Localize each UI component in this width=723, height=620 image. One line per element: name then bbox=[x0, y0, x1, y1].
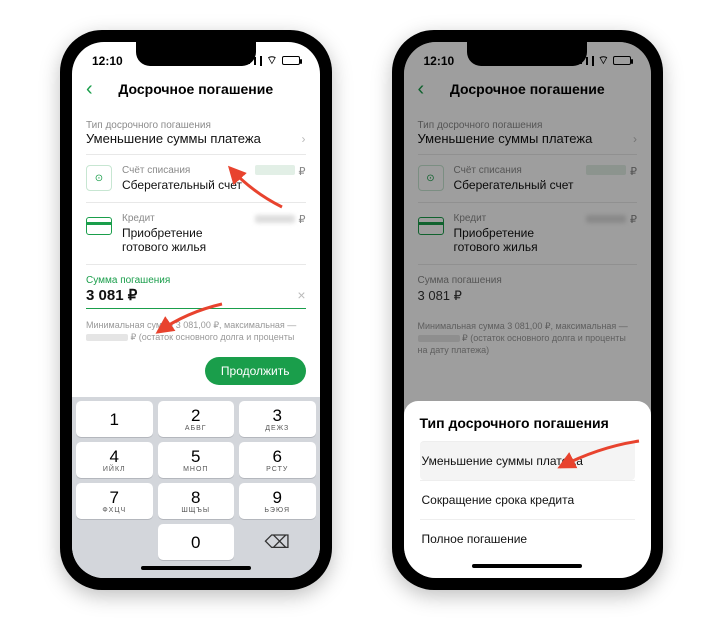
continue-button[interactable]: Продолжить bbox=[205, 357, 306, 385]
repayment-type-value: Уменьшение суммы платежа bbox=[86, 131, 261, 146]
key-1[interactable]: 1 bbox=[76, 401, 153, 437]
repayment-type-row[interactable]: Тип досрочного погашения Уменьшение сумм… bbox=[86, 112, 306, 155]
nav-bar: ‹ Досрочное погашение bbox=[72, 70, 320, 108]
credit-row[interactable]: Кредит Приобретение готового жилья ₽ bbox=[86, 203, 306, 265]
credit-balance-hidden bbox=[255, 215, 295, 223]
account-balance-hidden bbox=[255, 165, 295, 175]
repayment-type-label: Тип досрочного погашения bbox=[86, 120, 306, 131]
credit-label: Кредит bbox=[122, 213, 245, 224]
numeric-keyboard: 12АБВГ3ДЕЖЗ 4ИЙКЛ5МНОП6РСТУ 7ФХЦЧ8ШЩЪЫ9ЬЭЮ… bbox=[72, 397, 320, 578]
account-icon: ⊙ bbox=[86, 165, 112, 191]
credit-name: Приобретение готового жилья bbox=[122, 226, 245, 254]
key-4[interactable]: 4ИЙКЛ bbox=[76, 442, 153, 478]
chevron-right-icon: › bbox=[302, 132, 306, 146]
status-time: 12:10 bbox=[92, 54, 123, 68]
account-label: Счёт списания bbox=[122, 165, 245, 176]
notch bbox=[136, 42, 256, 66]
page-title: Досрочное погашение bbox=[118, 81, 273, 97]
key-9[interactable]: 9ЬЭЮЯ bbox=[239, 483, 316, 519]
key-3[interactable]: 3ДЕЖЗ bbox=[239, 401, 316, 437]
backspace-key[interactable]: ⌫ bbox=[239, 524, 316, 560]
option-full-repay[interactable]: Полное погашение bbox=[420, 519, 636, 558]
phone-right: 12:10 ⌔ ‹ Досрочное погашение Тип досроч… bbox=[392, 30, 664, 590]
clear-icon[interactable]: × bbox=[297, 287, 305, 303]
key-7[interactable]: 7ФХЦЧ bbox=[76, 483, 153, 519]
account-name: Сберегательный счет bbox=[122, 178, 245, 192]
back-button[interactable]: ‹ bbox=[86, 79, 93, 99]
notch bbox=[467, 42, 587, 66]
sheet-title: Тип досрочного погашения bbox=[420, 415, 636, 431]
amount-input[interactable]: 3 081 ₽ bbox=[86, 286, 137, 304]
account-row[interactable]: ⊙ Счёт списания Сберегательный счет ₽ bbox=[86, 155, 306, 203]
amount-hint: Минимальная сумма 3 081,00 ₽, максимальн… bbox=[86, 313, 306, 353]
phone-left: 12:10 ⌔ ‹ Досрочное погашение Тип досроч… bbox=[60, 30, 332, 590]
type-bottom-sheet: Тип досрочного погашения Уменьшение сумм… bbox=[404, 401, 652, 578]
amount-label: Сумма погашения bbox=[86, 275, 306, 286]
option-reduce-payment[interactable]: Уменьшение суммы платежа bbox=[420, 441, 636, 480]
wifi-icon: ⌔ bbox=[266, 53, 277, 68]
key-6[interactable]: 6РСТУ bbox=[239, 442, 316, 478]
key-8[interactable]: 8ШЩЪЫ bbox=[158, 483, 235, 519]
home-indicator[interactable] bbox=[141, 566, 251, 570]
credit-card-icon bbox=[86, 217, 112, 235]
key-5[interactable]: 5МНОП bbox=[158, 442, 235, 478]
battery-icon bbox=[282, 56, 300, 65]
key-2[interactable]: 2АБВГ bbox=[158, 401, 235, 437]
key-0[interactable]: 0 bbox=[158, 524, 235, 560]
option-reduce-term[interactable]: Сокращение срока кредита bbox=[420, 480, 636, 519]
home-indicator[interactable] bbox=[472, 564, 582, 568]
